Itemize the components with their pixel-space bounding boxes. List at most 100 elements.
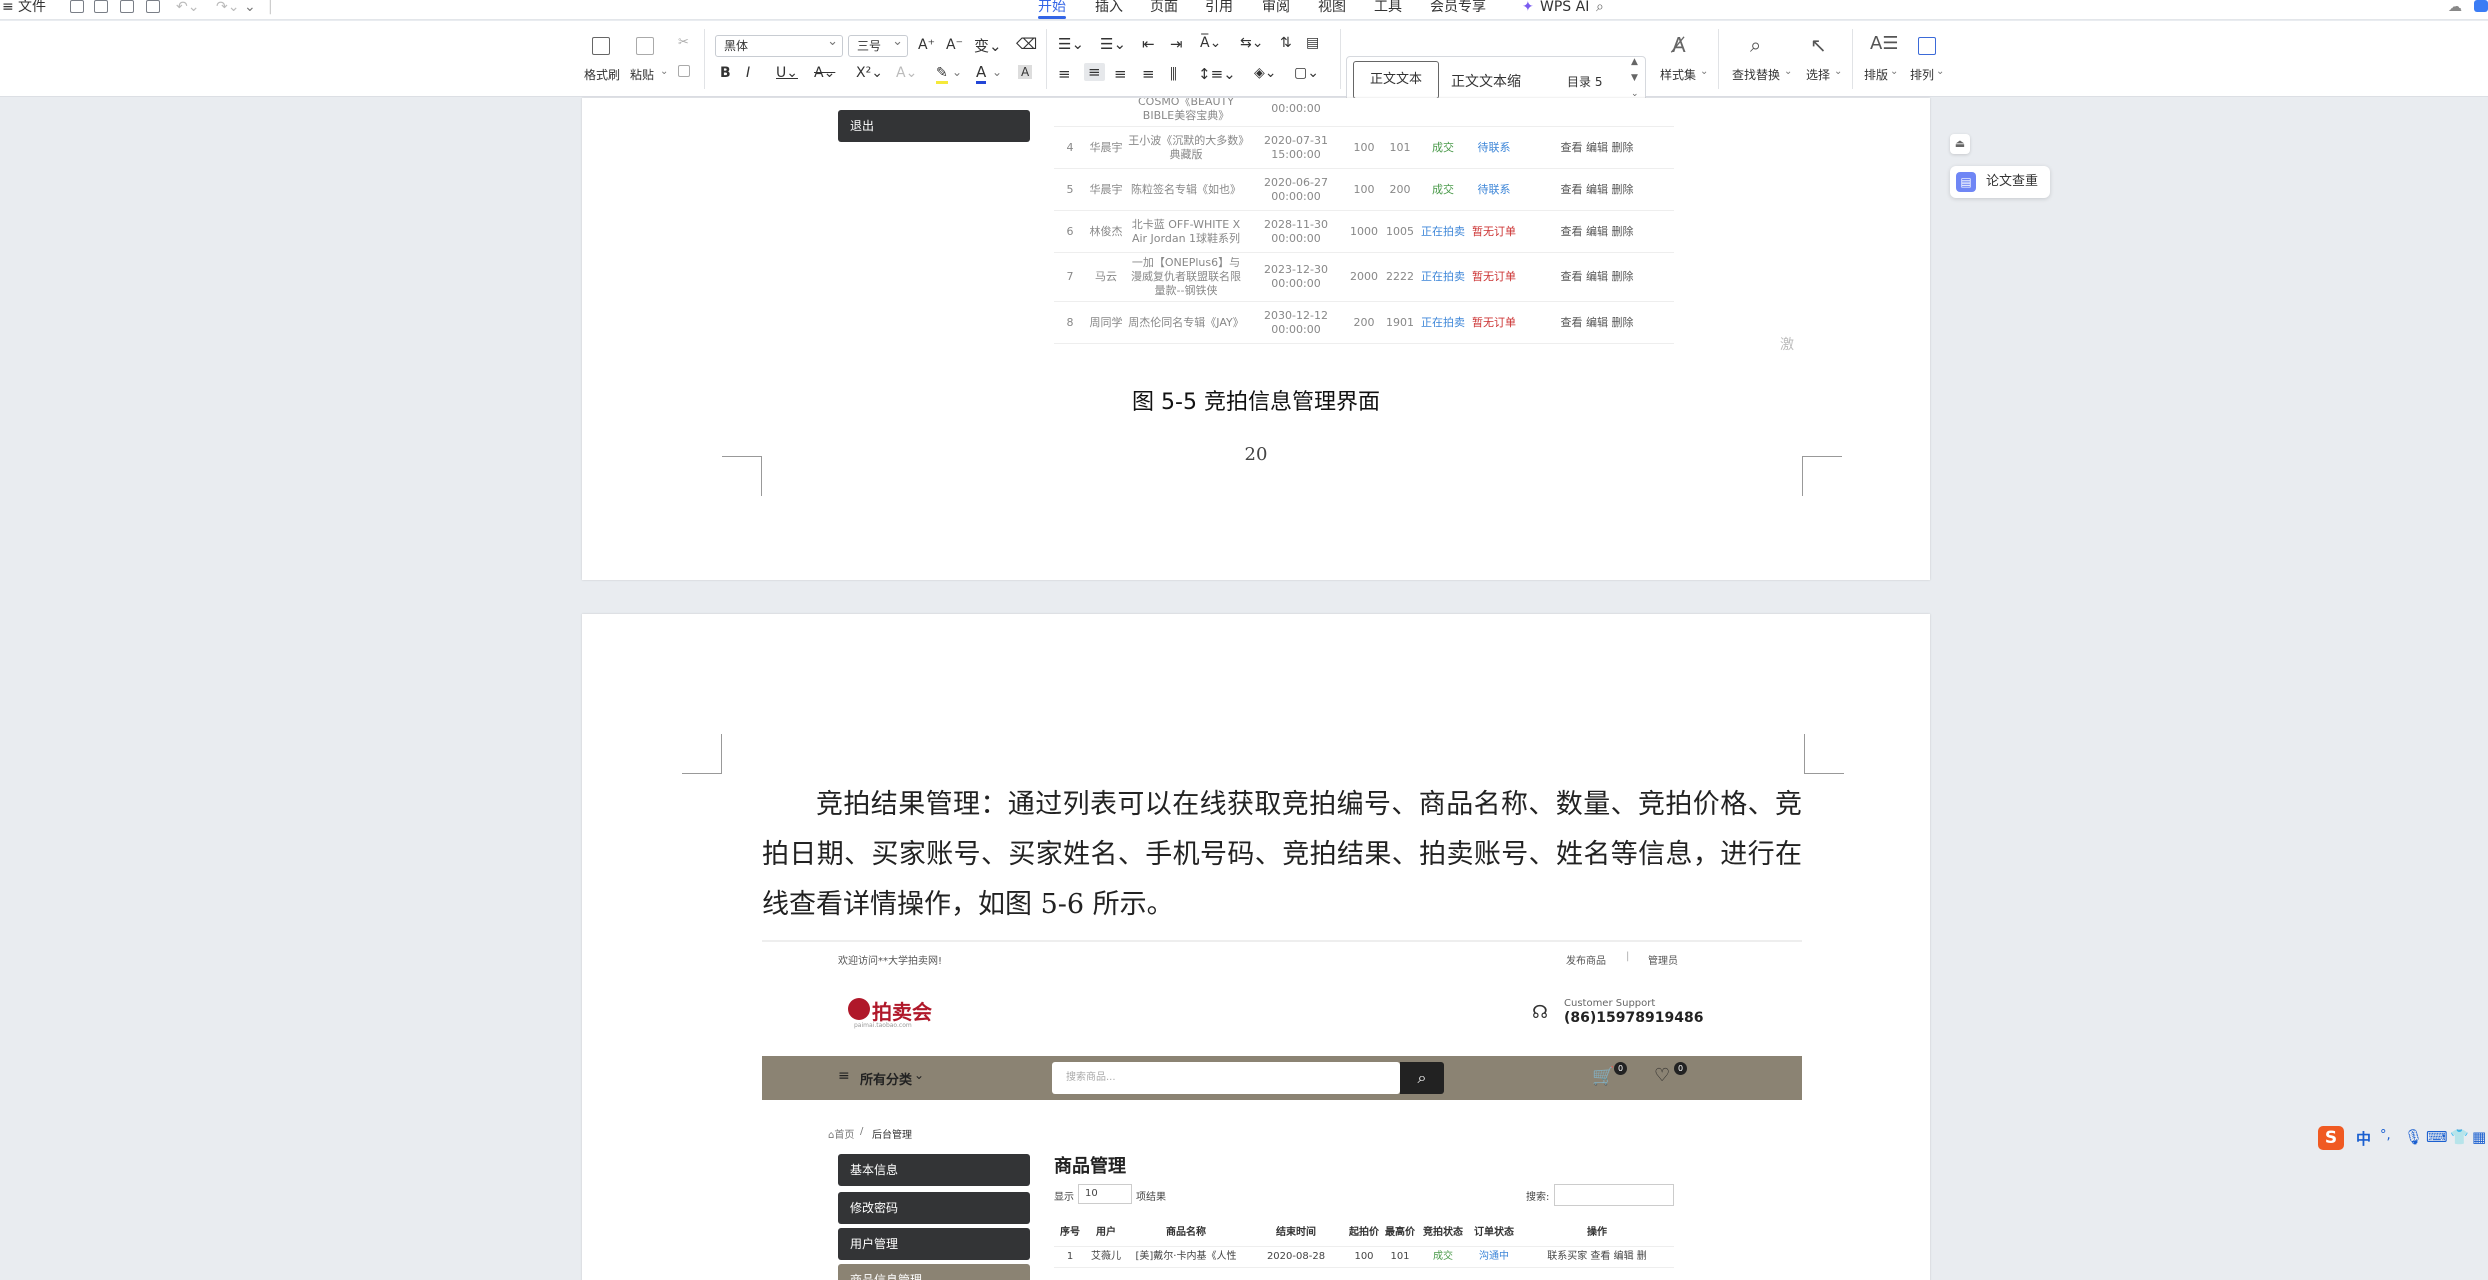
table-cell-no: 5	[1054, 168, 1086, 211]
undo-icon[interactable]: ↶⌄	[176, 0, 199, 14]
align-center-icon[interactable]: ≡	[1084, 63, 1105, 81]
font-color-icon[interactable]: A	[976, 63, 987, 84]
font-color-dropdown-icon[interactable]: ⌄	[992, 65, 1002, 79]
menu-file[interactable]: 文件	[18, 0, 46, 14]
table-cell-no: 7	[1054, 252, 1086, 302]
line-spacing-icon[interactable]: ↕≡⌄	[1198, 65, 1236, 83]
hamburger-icon[interactable]: ≡	[2, 0, 14, 14]
ime-voice-icon[interactable]: 🎙	[2404, 1128, 2423, 1146]
align-right-icon[interactable]: ≡	[1114, 65, 1127, 83]
collapse-panel-icon[interactable]: ⏏	[1950, 134, 1970, 154]
tab-review[interactable]: 审阅	[1262, 0, 1290, 14]
style-set-button[interactable]: 样式集	[1660, 66, 1696, 83]
account-icon[interactable]	[2474, 0, 2488, 12]
italic-icon[interactable]: I	[746, 65, 750, 81]
style-set-dropdown-icon[interactable]: ⌄	[1700, 66, 1708, 77]
style-gallery: 正文文本 正文文本缩 目录 5 ▲ ▼ ⌄	[1346, 56, 1646, 104]
shading-icon[interactable]: ◈⌄	[1254, 65, 1277, 81]
number-list-icon[interactable]: ☰⌄	[1100, 35, 1126, 53]
find-replace-button[interactable]: 查找替换	[1732, 66, 1780, 83]
style-indent-text[interactable]: 正文文本缩	[1451, 71, 1521, 91]
margin-mark	[1802, 456, 1842, 496]
tab-home[interactable]: 开始	[1038, 0, 1066, 19]
sogou-logo-icon[interactable]: S	[2318, 1126, 2344, 1150]
ime-keyboard-icon[interactable]: ⌨	[2426, 1128, 2448, 1146]
highlight-icon[interactable]: ✎	[936, 65, 948, 84]
ime-punctuation-icon[interactable]: °,	[2380, 1128, 2391, 1143]
font-grow-icon[interactable]: A⁺	[918, 37, 935, 53]
phonetic-icon[interactable]: 变⌄	[974, 35, 1002, 56]
search-icon[interactable]: ⌕	[1596, 0, 1604, 14]
decrease-indent-icon[interactable]: ⇤	[1142, 35, 1155, 53]
tab-view[interactable]: 视图	[1318, 0, 1346, 14]
style-toc5[interactable]: 目录 5	[1567, 73, 1602, 90]
ime-chinese-mode[interactable]: 中	[2356, 1128, 2371, 1149]
bullet-list-icon[interactable]: ☰⌄	[1058, 35, 1084, 53]
support-phone: (86)15978919486	[1564, 1010, 1704, 1026]
goods-table: 序号 用户 商品名称 结束时间 起拍价 最高价 竞拍状态 订单状态 操作 1 艾薇儿 [美]戴尔·卡…	[1054, 1220, 1674, 1268]
select-button[interactable]: 选择	[1806, 66, 1830, 83]
tab-member[interactable]: 会员专享	[1430, 0, 1486, 14]
text-effect-icon[interactable]: A⌄	[896, 65, 917, 81]
paste-dropdown-icon[interactable]: ⌄	[660, 66, 668, 77]
style-scroll-down-icon[interactable]: ▼	[1631, 73, 1638, 83]
save-icon[interactable]	[70, 0, 84, 13]
clear-format-icon[interactable]: ⌫	[1016, 35, 1037, 53]
table-search-input	[1554, 1184, 1674, 1206]
sort-icon[interactable]: ⇅	[1280, 35, 1292, 51]
headset-icon: ☊	[1532, 1002, 1548, 1023]
more-icon[interactable]: ⌄	[244, 0, 256, 14]
preview-icon[interactable]	[146, 0, 160, 13]
export-icon[interactable]	[94, 0, 108, 13]
style-scroll-up-icon[interactable]: ▲	[1631, 57, 1638, 67]
thesis-check-button[interactable]: ▤ 论文查重	[1950, 166, 2050, 198]
tab-insert[interactable]: 插入	[1095, 0, 1123, 14]
paste-button[interactable]: 粘贴	[630, 66, 654, 83]
show-marks-icon[interactable]: ▤	[1306, 35, 1319, 51]
find-dropdown-icon[interactable]: ⌄	[1784, 66, 1792, 77]
text-direction-icon[interactable]: ⇆⌄	[1240, 35, 1263, 51]
table-cell-status: 成交	[1418, 126, 1468, 169]
justify-icon[interactable]: ≡	[1142, 65, 1155, 83]
wps-ai-button[interactable]: WPS AI	[1540, 0, 1589, 14]
ime-skin-icon[interactable]: 👕	[2450, 1128, 2469, 1146]
site-search-input: 搜索商品...	[1052, 1062, 1400, 1094]
cloud-icon[interactable]: ☁	[2448, 0, 2462, 14]
style-normal-text[interactable]: 正文文本	[1353, 61, 1439, 99]
tab-tools[interactable]: 工具	[1374, 0, 1402, 14]
table-cell-max: 200	[1382, 168, 1418, 211]
format-painter-button[interactable]: 格式刷	[584, 66, 620, 83]
border-icon[interactable]: ▢⌄	[1294, 65, 1319, 81]
ime-toolbox-icon[interactable]: ▦	[2472, 1128, 2486, 1146]
superscript-icon[interactable]: X²⌄	[856, 65, 883, 81]
arrange-dropdown-icon[interactable]: ⌄	[1936, 66, 1944, 77]
increase-indent-icon[interactable]: ⇥	[1170, 35, 1183, 53]
distribute-icon[interactable]: ⫼	[1170, 65, 1177, 83]
redo-icon[interactable]: ↷⌄	[216, 0, 239, 14]
bold-icon[interactable]: B	[720, 65, 731, 81]
underline-icon[interactable]: U⌄	[776, 65, 798, 81]
char-shading-icon[interactable]: A	[1018, 65, 1033, 79]
select-dropdown-icon[interactable]: ⌄	[1834, 66, 1842, 77]
highlight-dropdown-icon[interactable]: ⌄	[952, 65, 962, 79]
copy-icon[interactable]	[678, 65, 690, 77]
print-icon[interactable]	[120, 0, 134, 13]
wps-ai-icon[interactable]: ✦	[1522, 0, 1534, 14]
tab-references[interactable]: 引用	[1205, 0, 1233, 14]
strikethrough-icon[interactable]: A⌄	[814, 65, 835, 81]
align-left-icon[interactable]: ≡	[1058, 65, 1071, 83]
table-cell-ops: 查看 编辑 删除	[1520, 210, 1674, 253]
layout-dropdown-icon[interactable]: ⌄	[1890, 66, 1898, 77]
select-cursor-icon: ↖	[1810, 33, 1827, 57]
table-cell-order: 暂无订单	[1468, 210, 1520, 253]
layout-button[interactable]: 排版	[1864, 66, 1888, 83]
font-shrink-icon[interactable]: A⁻	[946, 37, 963, 53]
cut-icon[interactable]: ✂	[678, 35, 689, 50]
tab-page[interactable]: 页面	[1150, 0, 1178, 14]
table-cell-name: 王小波《沉默的大多数》典藏版	[1126, 126, 1246, 169]
font-size-select[interactable]: 三号	[848, 32, 908, 57]
table-cell-max: 101	[1382, 126, 1418, 169]
font-name-select[interactable]: 黑体	[715, 32, 843, 57]
chinese-layout-icon[interactable]: A̅⌄	[1200, 35, 1221, 51]
arrange-button[interactable]: 排列	[1910, 66, 1934, 83]
